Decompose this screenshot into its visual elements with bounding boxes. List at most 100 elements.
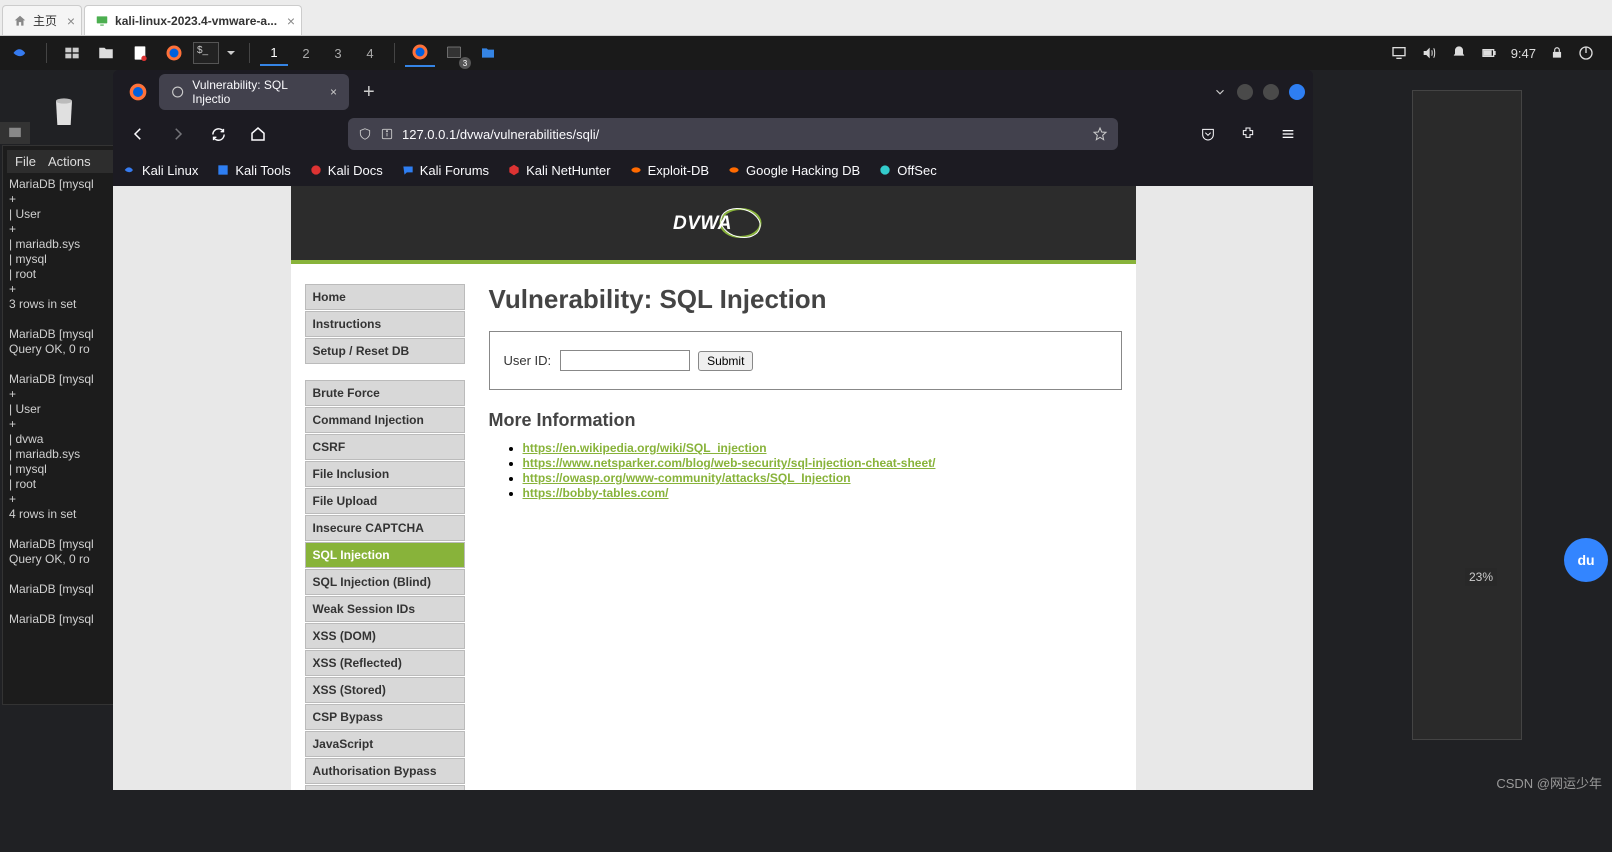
- dvwa-page: DVWA HomeInstructionsSetup / Reset DB Br…: [291, 186, 1136, 790]
- shield-icon: [358, 127, 372, 141]
- star-icon[interactable]: [1092, 126, 1108, 142]
- menu-item[interactable]: XSS (Reflected): [305, 650, 465, 676]
- menu-item[interactable]: Home: [305, 284, 465, 310]
- watermark: CSDN @网运少年: [1496, 773, 1602, 792]
- bookmark-nethunter[interactable]: Kali NetHunter: [507, 163, 611, 178]
- battery-icon[interactable]: [1481, 45, 1497, 61]
- terminal-window[interactable]: File Actions MariaDB [mysql + | User + |…: [2, 145, 122, 705]
- url-text: 127.0.0.1/dvwa/vulnerabilities/sqli/: [402, 127, 599, 142]
- firefox-task-icon[interactable]: [405, 39, 435, 67]
- menu-item[interactable]: Setup / Reset DB: [305, 338, 465, 364]
- home-icon: [13, 14, 27, 28]
- kali-taskbar: $_ 1 2 3 4 3 9:47: [0, 36, 1612, 70]
- reload-button[interactable]: [203, 119, 233, 149]
- firefox-tab-bar: Vulnerability: SQL Injectio × +: [113, 70, 1313, 114]
- bookmark-kali-linux[interactable]: Kali Linux: [123, 163, 198, 178]
- extensions-icon[interactable]: [1233, 119, 1263, 149]
- trash-icon[interactable]: [48, 90, 80, 128]
- display-icon[interactable]: [1391, 45, 1407, 61]
- lock-icon[interactable]: [1550, 46, 1564, 60]
- menu-item[interactable]: Authorisation Bypass: [305, 758, 465, 784]
- vmware-tab-bar: 主页 × kali-linux-2023.4-vmware-a... ×: [0, 0, 1612, 36]
- info-link[interactable]: https://owasp.org/www-community/attacks/…: [523, 471, 851, 485]
- menu-item[interactable]: File Upload: [305, 488, 465, 514]
- dvwa-header: DVWA: [291, 186, 1136, 264]
- menu-item[interactable]: Instructions: [305, 311, 465, 337]
- vmware-tab-kali[interactable]: kali-linux-2023.4-vmware-a... ×: [84, 5, 302, 35]
- info-link[interactable]: https://bobby-tables.com/: [523, 486, 669, 500]
- background-window: [1412, 90, 1522, 740]
- bookmark-ghdb[interactable]: Google Hacking DB: [727, 163, 860, 178]
- menu-item[interactable]: XSS (Stored): [305, 677, 465, 703]
- new-tab-button[interactable]: +: [353, 81, 385, 104]
- workspace-4[interactable]: 4: [356, 40, 384, 66]
- menu-item[interactable]: File Inclusion: [305, 461, 465, 487]
- power-icon[interactable]: [1578, 45, 1594, 61]
- menu-file[interactable]: File: [15, 154, 36, 169]
- menu-item[interactable]: CSP Bypass: [305, 704, 465, 730]
- terminal-menu: File Actions: [7, 150, 117, 173]
- dropdown-icon[interactable]: [223, 39, 239, 67]
- folder-task-icon[interactable]: [473, 39, 503, 67]
- kali-menu-icon[interactable]: [6, 39, 36, 67]
- terminal-icon[interactable]: $_: [193, 42, 219, 64]
- vmware-tab-label: 主页: [33, 12, 57, 29]
- info-link[interactable]: https://en.wikipedia.org/wiki/SQL_inject…: [523, 441, 767, 455]
- browser-tab[interactable]: Vulnerability: SQL Injectio ×: [159, 74, 349, 110]
- menu-item[interactable]: Brute Force: [305, 380, 465, 406]
- menu-item[interactable]: SQL Injection (Blind): [305, 569, 465, 595]
- files-icon[interactable]: [91, 39, 121, 67]
- page-title: Vulnerability: SQL Injection: [489, 284, 1122, 315]
- bookmark-kali-docs[interactable]: Kali Docs: [309, 163, 383, 178]
- minimize-button[interactable]: [1237, 84, 1253, 100]
- menu-item[interactable]: CSRF: [305, 434, 465, 460]
- close-button[interactable]: [1289, 84, 1305, 100]
- bookmark-offsec[interactable]: OffSec: [878, 163, 937, 178]
- vmware-tab-label: kali-linux-2023.4-vmware-a...: [115, 14, 277, 28]
- bookmark-exploitdb[interactable]: Exploit-DB: [629, 163, 709, 178]
- submit-button[interactable]: Submit: [698, 351, 753, 371]
- chevron-down-icon[interactable]: [1213, 85, 1227, 99]
- more-info-heading: More Information: [489, 410, 1122, 431]
- menu-item[interactable]: Command Injection: [305, 407, 465, 433]
- close-icon[interactable]: ×: [67, 13, 75, 29]
- menu-item[interactable]: JavaScript: [305, 731, 465, 757]
- dvwa-sidebar: HomeInstructionsSetup / Reset DB Brute F…: [305, 284, 465, 790]
- user-id-input[interactable]: [560, 350, 690, 371]
- user-id-label: User ID:: [504, 353, 552, 368]
- url-bar[interactable]: 127.0.0.1/dvwa/vulnerabilities/sqli/: [348, 118, 1118, 150]
- menu-item[interactable]: Open HTTP Redirect: [305, 785, 465, 790]
- workspace-2[interactable]: 2: [292, 40, 320, 66]
- close-icon[interactable]: ×: [330, 85, 337, 99]
- maximize-button[interactable]: [1263, 84, 1279, 100]
- firefox-icon[interactable]: [159, 39, 189, 67]
- menu-icon[interactable]: [1273, 119, 1303, 149]
- menu-item[interactable]: Weak Session IDs: [305, 596, 465, 622]
- firefox-toolbar: 127.0.0.1/dvwa/vulnerabilities/sqli/: [113, 114, 1313, 154]
- workspace-1[interactable]: 1: [260, 40, 288, 66]
- workspace-3[interactable]: 3: [324, 40, 352, 66]
- menu-actions[interactable]: Actions: [48, 154, 91, 169]
- vm-icon: [95, 14, 109, 28]
- terminal-icon-behind: [0, 122, 30, 144]
- clock[interactable]: 9:47: [1511, 46, 1536, 61]
- vmware-tab-home[interactable]: 主页 ×: [2, 5, 82, 35]
- pocket-icon[interactable]: [1193, 119, 1223, 149]
- text-editor-icon[interactable]: [125, 39, 155, 67]
- tab-favicon: [171, 85, 184, 99]
- back-button[interactable]: [123, 119, 153, 149]
- volume-icon[interactable]: [1421, 45, 1437, 61]
- notification-icon[interactable]: [1451, 45, 1467, 61]
- baidu-icon[interactable]: du: [1564, 538, 1608, 582]
- info-link[interactable]: https://www.netsparker.com/blog/web-secu…: [523, 456, 936, 470]
- bookmark-kali-forums[interactable]: Kali Forums: [401, 163, 489, 178]
- close-icon[interactable]: ×: [287, 13, 295, 29]
- menu-item[interactable]: XSS (DOM): [305, 623, 465, 649]
- bookmark-kali-tools[interactable]: Kali Tools: [216, 163, 290, 178]
- home-button[interactable]: [243, 119, 273, 149]
- terminal-task-icon[interactable]: 3: [439, 39, 469, 67]
- forward-button[interactable]: [163, 119, 193, 149]
- menu-item[interactable]: SQL Injection: [305, 542, 465, 568]
- window-list-icon[interactable]: [57, 39, 87, 67]
- menu-item[interactable]: Insecure CAPTCHA: [305, 515, 465, 541]
